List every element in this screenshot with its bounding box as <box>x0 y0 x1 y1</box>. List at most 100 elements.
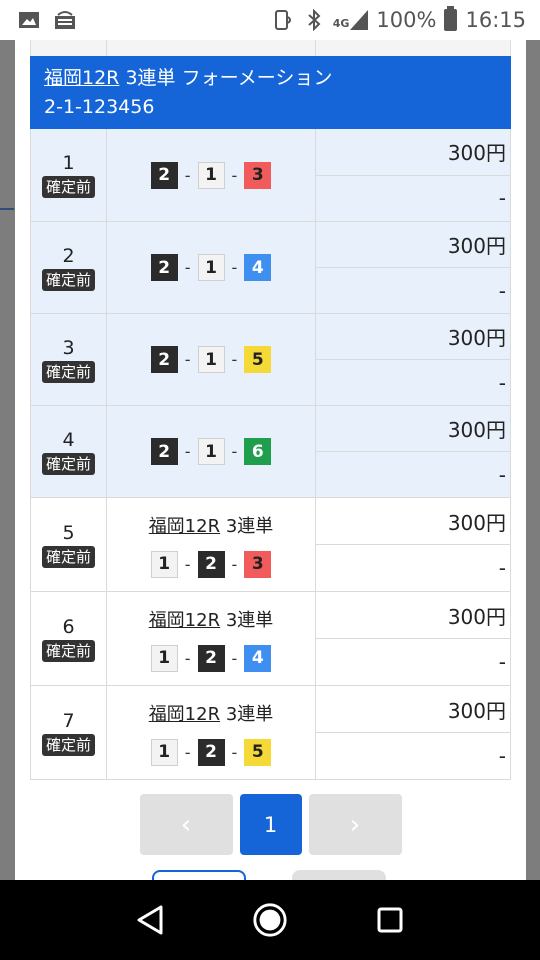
status-badge: 確定前 <box>41 452 95 475</box>
combination-cell: 2- 1- 4 <box>107 222 316 313</box>
home-button[interactable] <box>252 902 288 938</box>
secondary-action-button[interactable] <box>292 870 386 880</box>
page-1-button[interactable]: 1 <box>239 794 302 855</box>
amount-cell: 300円 - <box>316 406 510 497</box>
amount-cell: 300円 - <box>316 222 510 313</box>
boat-number-1st: 1 <box>150 644 178 672</box>
header-no <box>31 40 107 56</box>
bet-amount: 300円 <box>316 314 510 360</box>
table-row: 4 確定前 2- 1- 6 300円 - <box>30 406 511 498</box>
banner-bet-type: 3連単 フォーメーション <box>125 67 333 89</box>
battery-text: 100% <box>376 8 437 32</box>
image-icon <box>19 12 39 28</box>
primary-action-button[interactable] <box>152 870 246 880</box>
row-number: 1 <box>62 152 75 174</box>
row-number: 6 <box>62 615 75 638</box>
payout-amount: - <box>498 744 506 768</box>
bet-type: 3連単 <box>225 703 274 725</box>
recents-square-icon <box>377 907 403 933</box>
payout-amount: - <box>498 370 506 395</box>
boat-number-3rd: 4 <box>244 644 272 672</box>
boat-number-2nd: 1 <box>197 254 225 281</box>
combination: 2- 1- 6 <box>150 438 272 465</box>
table-row: 1 確定前 2- 1- 3 300円 - <box>30 129 511 222</box>
bet-amount: 300円 <box>316 406 510 452</box>
back-button[interactable] <box>132 902 168 938</box>
payout-amount: - <box>498 186 506 211</box>
boat-number-1st: 2 <box>150 254 178 281</box>
bet-amount: 300円 <box>316 129 510 176</box>
combination-cell: 福岡12R 3連単 1- 2- 5 <box>107 686 316 779</box>
boat-number-3rd: 3 <box>244 161 272 189</box>
boat-number-1st: 1 <box>150 738 178 766</box>
combination-cell: 福岡12R 3連単 1- 2- 4 <box>107 592 316 685</box>
combination: 2- 1- 3 <box>150 161 272 189</box>
boat-number-1st: 2 <box>150 438 178 465</box>
row-number-cell: 3 確定前 <box>31 314 107 405</box>
race-link[interactable]: 福岡12R <box>149 610 220 631</box>
combination: 1- 2- 3 <box>150 550 272 578</box>
amount-cell: 300円 - <box>316 129 510 221</box>
status-bar: 4G 100% 16:15 <box>0 0 540 40</box>
bet-detail-modal: 福岡12R 3連単 フォーメーション 2-1-123456 1 確定前 2- 1… <box>15 40 526 880</box>
amount-cell: 300円 - <box>316 498 510 591</box>
bet-type: 3連単 <box>225 515 274 537</box>
banner-race-link[interactable]: 福岡12R <box>44 67 119 89</box>
combination: 2- 1- 4 <box>150 254 272 281</box>
race-title: 福岡12R 3連単 <box>149 606 274 632</box>
row-number: 4 <box>62 428 75 451</box>
boat-number-3rd: 3 <box>244 550 272 578</box>
back-triangle-icon <box>137 905 163 935</box>
race-link[interactable]: 福岡12R <box>149 516 220 537</box>
row-number-cell: 5 確定前 <box>31 498 107 591</box>
combination: 1- 2- 4 <box>150 644 272 672</box>
table-row: 5 確定前 福岡12R 3連単 1- 2- 3 300円 - <box>30 498 511 592</box>
banner-numbers: 2-1-123456 <box>44 96 155 118</box>
table-row: 2 確定前 2- 1- 4 300円 - <box>30 222 511 314</box>
table-row: 3 確定前 2- 1- 5 300円 - <box>30 314 511 406</box>
row-number-cell: 1 確定前 <box>31 129 107 221</box>
recents-button[interactable] <box>372 902 408 938</box>
status-badge: 確定前 <box>41 639 95 662</box>
boat-number-1st: 2 <box>150 346 178 373</box>
nfc-icon <box>274 10 291 30</box>
header-amount <box>316 40 510 56</box>
amount-cell: 300円 - <box>316 686 510 779</box>
boat-number-2nd: 2 <box>197 550 225 578</box>
combination: 1- 2- 5 <box>150 738 272 766</box>
clock: 16:15 <box>465 8 526 32</box>
combination-cell: 2- 1- 6 <box>107 406 316 497</box>
combination: 2- 1- 5 <box>150 346 272 373</box>
next-page-button[interactable]: › <box>308 794 402 855</box>
row-number: 5 <box>62 521 75 544</box>
row-number-cell: 7 確定前 <box>31 686 107 779</box>
news-icon <box>55 11 75 29</box>
row-number-cell: 4 確定前 <box>31 406 107 497</box>
combination-cell: 福岡12R 3連単 1- 2- 3 <box>107 498 316 591</box>
boat-number-2nd: 1 <box>197 161 225 189</box>
row-number-cell: 6 確定前 <box>31 592 107 685</box>
row-number: 7 <box>62 709 75 732</box>
bet-type: 3連単 <box>225 609 274 631</box>
bet-amount: 300円 <box>316 686 510 733</box>
boat-number-2nd: 1 <box>197 438 225 465</box>
bluetooth-icon <box>308 9 321 31</box>
table-row: 6 確定前 福岡12R 3連単 1- 2- 4 300円 - <box>30 592 511 686</box>
boat-number-2nd: 1 <box>197 346 225 373</box>
payout-amount: - <box>498 278 506 303</box>
network-signal-icon: 4G <box>333 10 369 30</box>
status-badge: 確定前 <box>41 268 95 291</box>
bet-amount: 300円 <box>316 592 510 639</box>
payout-amount: - <box>498 462 506 487</box>
boat-number-3rd: 4 <box>244 254 272 281</box>
boat-number-1st: 1 <box>150 550 178 578</box>
payout-amount: - <box>498 650 506 674</box>
row-number: 2 <box>62 244 75 267</box>
battery-icon <box>444 6 458 31</box>
boat-number-1st: 2 <box>150 161 178 189</box>
status-badge: 確定前 <box>41 545 95 568</box>
table-header <box>30 40 511 56</box>
prev-page-button[interactable]: ‹ <box>139 794 233 855</box>
race-link[interactable]: 福岡12R <box>149 704 220 725</box>
status-badge: 確定前 <box>41 176 95 198</box>
